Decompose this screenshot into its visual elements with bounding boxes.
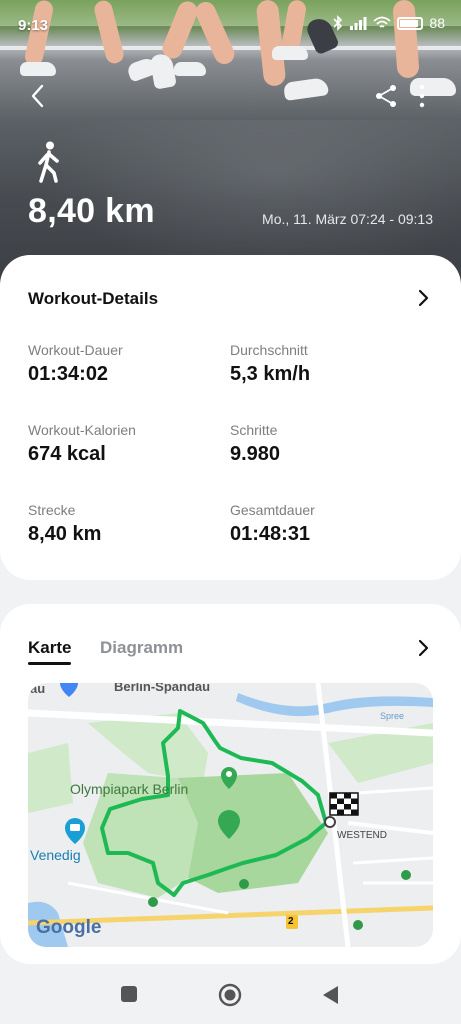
map-label-spandau: Berlin-Spandau xyxy=(114,683,211,694)
metric-label: Durchschnitt xyxy=(230,342,308,358)
sbahn-icon xyxy=(353,920,363,930)
google-logo: Google xyxy=(36,917,102,938)
metric-label: Workout-Kalorien xyxy=(28,422,136,438)
status-icons: 88 xyxy=(333,15,445,31)
park-area xyxy=(178,773,328,893)
signal-icon xyxy=(350,17,367,30)
metric-average-speed: Durchschnitt 5,3 km/h xyxy=(230,342,310,386)
hero-photo xyxy=(0,0,461,290)
metric-value: 9.980 xyxy=(230,443,281,465)
tab-diagramm[interactable]: Diagramm xyxy=(100,638,183,658)
runner-shoe xyxy=(20,62,56,76)
route-map[interactable]: Berlin-Spandau au Spree Olympiapark Berl… xyxy=(28,683,433,947)
map-label-westend: WESTEND xyxy=(337,830,387,841)
workout-details-chevron-icon[interactable] xyxy=(416,289,430,307)
tab-karte[interactable]: Karte xyxy=(28,638,72,665)
metric-label: Gesamtdauer xyxy=(230,502,315,518)
runner-shoe xyxy=(282,77,330,101)
park-area xyxy=(28,743,73,813)
recent-apps-button[interactable] xyxy=(119,984,139,1004)
metric-label: Workout-Dauer xyxy=(28,342,123,358)
metric-distance: Strecke 8,40 km xyxy=(28,502,101,546)
walking-icon xyxy=(38,141,59,183)
metric-value: 674 kcal xyxy=(28,443,106,465)
status-time: 9:13 xyxy=(18,17,49,34)
back-nav-button[interactable] xyxy=(320,984,340,1006)
runner-shoe xyxy=(174,62,206,76)
map-label-park: Olympiapark Berlin xyxy=(70,781,189,797)
workout-details-card: Workout-Details Workout-Dauer 01:34:02 D… xyxy=(0,255,461,580)
battery-icon xyxy=(397,16,424,30)
home-button[interactable] xyxy=(218,983,242,1007)
more-options-button[interactable] xyxy=(416,83,428,109)
status-bar: 9:13 88 xyxy=(0,0,461,40)
workout-date-range: Mo., 11. März 07:24 - 09:13 xyxy=(262,211,433,227)
map-label-spree: Spree xyxy=(380,711,405,721)
back-button[interactable] xyxy=(26,82,50,110)
map-pin-dot xyxy=(226,771,232,777)
map-label-au: au xyxy=(30,683,46,696)
workout-details-title: Workout-Details xyxy=(28,289,159,308)
metric-label: Strecke xyxy=(28,502,76,518)
metric-total-duration: Gesamtdauer 01:48:31 xyxy=(230,502,315,546)
share-button[interactable] xyxy=(373,83,399,109)
sbahn-icon xyxy=(401,870,411,880)
wifi-icon xyxy=(373,16,392,28)
location-pin-icon[interactable] xyxy=(60,683,78,697)
map-label-venedig: Venedig xyxy=(30,847,81,863)
metric-label: Schritte xyxy=(230,422,278,438)
runner-shoe xyxy=(272,46,308,60)
metric-value: 01:34:02 xyxy=(28,363,109,385)
sbahn-icon xyxy=(239,879,249,889)
route-end-marker xyxy=(324,816,336,828)
map-chevron-icon[interactable] xyxy=(416,639,430,657)
metric-workout-duration: Workout-Dauer 01:34:02 xyxy=(28,342,123,386)
sbahn-icon xyxy=(148,897,158,907)
bluetooth-icon xyxy=(333,15,343,31)
metric-value: 8,40 km xyxy=(28,523,102,545)
map-canvas xyxy=(28,683,433,947)
camera-glyph xyxy=(70,824,80,831)
metric-steps: Schritte 9.980 xyxy=(230,422,280,466)
metric-calories: Workout-Kalorien 674 kcal xyxy=(28,422,136,466)
map-card: Karte Diagramm Berlin-Spandau au Spree O… xyxy=(0,604,461,964)
total-distance: 8,40 km xyxy=(28,192,155,230)
metric-value: 01:48:31 xyxy=(230,523,311,545)
map-label-road-number: 2 xyxy=(288,916,294,927)
battery-level: 88 xyxy=(429,15,445,31)
system-nav-bar xyxy=(0,964,461,1024)
metric-value: 5,3 km/h xyxy=(230,363,311,385)
